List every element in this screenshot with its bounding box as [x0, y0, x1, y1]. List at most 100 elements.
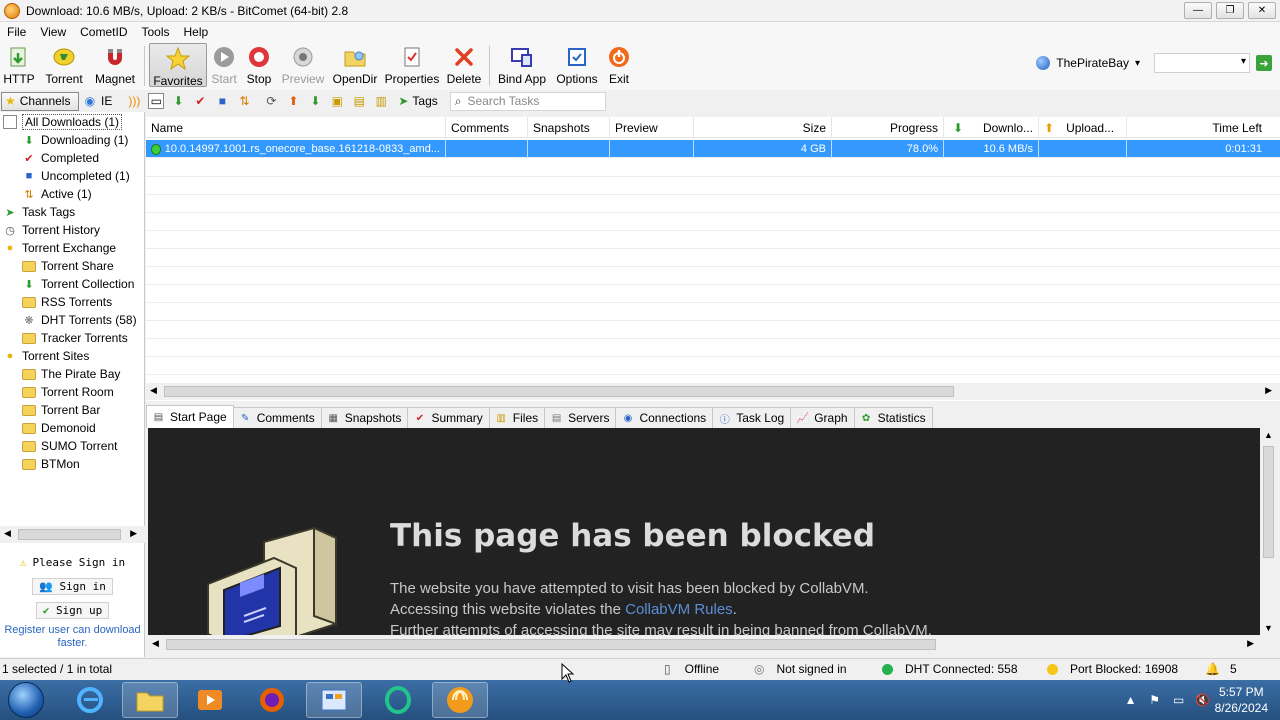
col-snapshots[interactable]: Snapshots	[528, 117, 610, 138]
properties-button[interactable]: Properties	[381, 42, 443, 88]
tree-completed[interactable]: ✔ Completed	[22, 149, 99, 167]
blue-square-icon[interactable]: ■	[214, 93, 230, 109]
tray-expand-icon[interactable]: ▲	[1123, 692, 1139, 708]
scroll-left-icon[interactable]: ◀	[4, 528, 11, 539]
scroll-thumb[interactable]	[166, 639, 936, 650]
col-upload[interactable]: ⬆ Upload...	[1039, 117, 1127, 138]
tree-horizontal-scrollbar[interactable]: ◀ ▶	[0, 526, 145, 543]
col-time-left[interactable]: Time Left	[1127, 117, 1267, 138]
col-download[interactable]: ⬇ Downlo...	[944, 117, 1039, 138]
bitcomet-taskbar-icon[interactable]	[432, 682, 488, 718]
magnet-button[interactable]: Magnet	[90, 42, 140, 88]
tree-torrent-collection[interactable]: ⬇ Torrent Collection	[22, 275, 134, 293]
register-link[interactable]: Register user can download faster.	[0, 624, 145, 650]
action-center-flag-icon[interactable]: ⚑	[1147, 692, 1163, 708]
tree-task-tags[interactable]: ➤ Task Tags	[3, 203, 75, 221]
list-view-icon[interactable]: ▭	[148, 93, 165, 109]
exit-button[interactable]: Exit	[604, 42, 634, 88]
tree-the-pirate-bay[interactable]: The Pirate Bay	[22, 365, 120, 383]
delete-button[interactable]: Delete	[443, 42, 485, 88]
download-icon[interactable]: ⬇	[307, 93, 323, 109]
volume-muted-icon[interactable]: 🔇	[1195, 692, 1211, 708]
scroll-thumb[interactable]	[18, 529, 121, 540]
checkmark-icon[interactable]: ✔	[192, 93, 208, 109]
upload-icon[interactable]: ⬆	[285, 93, 301, 109]
sign-in-button[interactable]: 👥 Sign in	[32, 577, 113, 595]
firefox-icon[interactable]	[244, 682, 300, 718]
taskbar-clock[interactable]: 5:57 PM 8/26/2024	[1215, 684, 1268, 716]
opendir-button[interactable]: OpenDir	[329, 42, 381, 88]
opera-icon[interactable]	[370, 682, 426, 718]
tab-statistics[interactable]: ✿ Statistics	[853, 407, 933, 428]
maximize-button[interactable]: ❐	[1216, 2, 1244, 19]
search-tasks-input[interactable]: ⌕ Search Tasks	[449, 91, 606, 111]
tab-servers[interactable]: ▤ Servers	[544, 407, 617, 428]
tree-all-downloads[interactable]: All Downloads (1)	[3, 113, 123, 131]
ie-label[interactable]: IE	[101, 94, 112, 108]
scroll-right-icon[interactable]: ▶	[1265, 385, 1272, 396]
tree-tracker-torrents[interactable]: Tracker Torrents	[22, 329, 128, 347]
tab-connections[interactable]: ◉ Connections	[615, 407, 714, 428]
options-button[interactable]: Options	[550, 42, 604, 88]
tree-rss-torrents[interactable]: RSS Torrents	[22, 293, 112, 311]
down-arrow-icon[interactable]: ⬇	[170, 93, 186, 109]
collabvm-rules-link[interactable]: CollabVM Rules	[625, 601, 733, 618]
torrent-button[interactable]: Torrent	[38, 42, 90, 88]
tree-sumo-torrent[interactable]: SUMO Torrent	[22, 437, 117, 455]
up-down-arrows-icon[interactable]: ⇅	[236, 93, 252, 109]
table-row[interactable]: 10.0.14997.1001.rs_onecore_base.161218-0…	[146, 140, 1280, 158]
media-player-icon[interactable]	[182, 682, 238, 718]
tree-torrent-room[interactable]: Torrent Room	[22, 383, 114, 401]
favorites-button[interactable]: Favorites	[149, 43, 207, 88]
tree-demonoid[interactable]: Demonoid	[22, 419, 96, 437]
status-dht[interactable]: DHT Connected: 558	[882, 662, 1018, 676]
tree-downloading[interactable]: ⬇ Downloading (1)	[22, 131, 128, 149]
scroll-left-icon[interactable]: ◀	[150, 385, 157, 396]
task-list-horizontal-scrollbar[interactable]: ◀ ▶	[146, 383, 1280, 400]
col-name[interactable]: Name	[146, 117, 446, 138]
tree-btmon[interactable]: BTMon	[22, 455, 80, 473]
scroll-thumb[interactable]	[1263, 446, 1274, 558]
minimize-button[interactable]: —	[1184, 2, 1212, 19]
col-progress[interactable]: Progress	[832, 117, 944, 138]
tree-torrent-exchange[interactable]: ● Torrent Exchange	[3, 239, 116, 257]
scroll-thumb[interactable]	[164, 386, 954, 397]
refresh-icon[interactable]: ⟳	[263, 93, 279, 109]
status-port[interactable]: Port Blocked: 16908	[1047, 662, 1178, 676]
browser-horizontal-scrollbar[interactable]: ◀ ▶	[148, 636, 1260, 653]
tab-comments[interactable]: ✎ Comments	[232, 407, 322, 428]
scroll-down-icon[interactable]: ▼	[1264, 623, 1273, 633]
folder-stack-icon[interactable]: ▤	[351, 93, 367, 109]
scroll-right-icon[interactable]: ▶	[1247, 638, 1254, 649]
tab-files[interactable]: ▥ Files	[488, 407, 546, 428]
tree-torrent-sites[interactable]: ● Torrent Sites	[3, 347, 90, 365]
menu-cometid[interactable]: CometID	[73, 25, 134, 39]
scroll-right-icon[interactable]: ▶	[130, 528, 137, 539]
preview-button[interactable]: Preview	[277, 42, 329, 88]
col-size[interactable]: Size	[694, 117, 832, 138]
col-preview[interactable]: Preview	[610, 117, 694, 138]
site-go-icon[interactable]: ➜	[1256, 55, 1272, 71]
tab-task-log[interactable]: ⓘ Task Log	[712, 407, 792, 428]
network-icon[interactable]: ▭	[1171, 692, 1187, 708]
status-notifications[interactable]: 🔔 5	[1205, 662, 1237, 676]
status-offline[interactable]: ▯ Offline	[664, 662, 719, 676]
tree-torrent-bar[interactable]: Torrent Bar	[22, 401, 100, 419]
folder-up-icon[interactable]: ▣	[329, 93, 345, 109]
rss-icon[interactable]: )))	[126, 93, 142, 109]
tab-start-page[interactable]: ▤ Start Page	[146, 405, 234, 428]
tree-active[interactable]: ⇅ Active (1)	[22, 185, 91, 203]
tab-snapshots[interactable]: ▦ Snapshots	[320, 407, 409, 428]
tab-graph[interactable]: 📈 Graph	[790, 407, 855, 428]
start-button[interactable]	[8, 682, 44, 718]
stop-button[interactable]: Stop	[241, 42, 277, 88]
site-dropdown-arrow-icon[interactable]: ▾	[1135, 58, 1140, 69]
ie-globe-icon[interactable]: ◉	[82, 93, 98, 109]
scroll-up-icon[interactable]: ▲	[1264, 430, 1273, 440]
tree-dht-torrents[interactable]: ❋ DHT Torrents (58)	[22, 311, 136, 329]
start-button[interactable]: Start	[207, 42, 241, 88]
channels-button[interactable]: ★ Channels	[1, 91, 79, 111]
bind-app-button[interactable]: Bind App	[494, 42, 550, 88]
site-search-combo[interactable]	[1154, 53, 1250, 73]
status-sign-in[interactable]: ◎ Not signed in	[754, 662, 847, 676]
